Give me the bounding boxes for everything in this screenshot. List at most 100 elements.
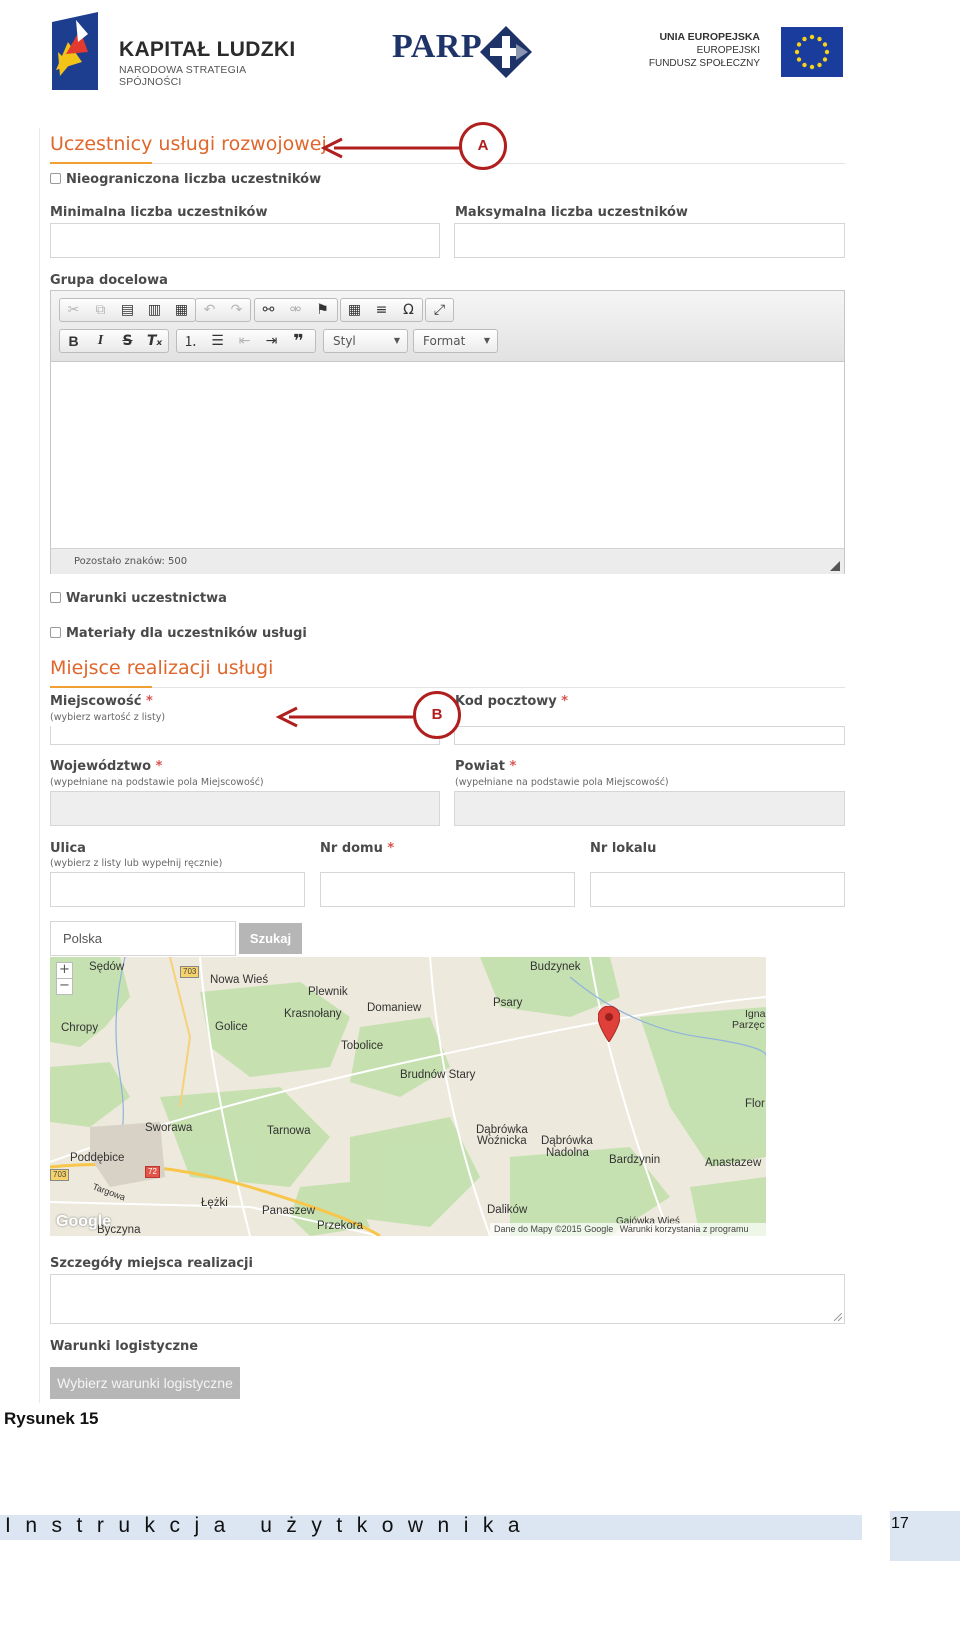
house-number-label: Nr domu * xyxy=(320,841,394,856)
bold-icon[interactable]: B xyxy=(60,330,87,352)
callout-a: A xyxy=(459,122,507,170)
style-combo[interactable]: Styl ▼ xyxy=(323,329,408,353)
house-number-label-text: Nr domu xyxy=(320,841,383,856)
paste-word-icon[interactable]: ▦ xyxy=(168,299,195,321)
map-search-input[interactable]: Polska xyxy=(50,921,236,956)
choose-logistics-button[interactable]: Wybierz warunki logistyczne xyxy=(50,1367,240,1399)
strikethrough-icon[interactable]: S xyxy=(114,330,141,352)
indent-icon[interactable]: ⇥ xyxy=(258,330,285,352)
resize-handle-icon[interactable] xyxy=(830,561,840,571)
map-place: Chropy xyxy=(61,1022,99,1034)
callout-arrow-a-icon xyxy=(320,137,460,159)
format-combo-label: Format xyxy=(423,334,466,348)
redo-icon[interactable]: ↷ xyxy=(223,299,250,321)
street-input[interactable] xyxy=(50,872,305,907)
maximize-icon[interactable]: ⤢ xyxy=(426,299,453,321)
details-textarea[interactable] xyxy=(50,1274,845,1324)
map-place: Przekora xyxy=(317,1220,364,1232)
format-combo[interactable]: Format ▼ xyxy=(413,329,498,353)
map-zoom-out-button[interactable]: − xyxy=(56,978,73,995)
parp-logo: PARP xyxy=(392,22,542,78)
map-place: Sworawa xyxy=(145,1122,193,1134)
map-place: Tarnowa xyxy=(267,1125,311,1137)
list-group: ⒈ ☰ ⇤ ⇥ ❞ xyxy=(176,329,316,353)
editor-content-area[interactable] xyxy=(51,362,844,548)
house-number-input[interactable] xyxy=(320,872,575,907)
undo-group: ↶ ↷ xyxy=(195,298,251,322)
map-search-button-label: Szukaj xyxy=(249,931,292,946)
style-combo-label: Styl xyxy=(333,334,356,348)
parp-title: PARP xyxy=(392,28,483,65)
callout-b: B xyxy=(413,691,461,739)
location-map[interactable]: + − Sędów Nowa Wieś Plewnik Krasnołany D… xyxy=(50,957,766,1236)
county-hint: (wypełniane na podstawie pola Miejscowoś… xyxy=(455,777,669,788)
special-char-omega-icon[interactable]: Ω xyxy=(395,299,422,321)
materials-label: Materiały dla uczestników usługi xyxy=(66,626,307,641)
postcode-label-text: Kod pocztowy xyxy=(455,694,557,709)
undo-icon[interactable]: ↶ xyxy=(196,299,223,321)
textarea-resize-icon[interactable] xyxy=(834,1313,842,1321)
eu-star-icon xyxy=(817,36,822,42)
outdent-icon[interactable]: ⇤ xyxy=(231,330,258,352)
logistics-label: Warunki logistyczne xyxy=(50,1339,199,1354)
kapital-ludzki-title: KAPITAŁ LUDZKI xyxy=(119,38,296,61)
callout-b-label: B xyxy=(431,706,443,723)
blockquote-icon[interactable]: ❞ xyxy=(285,330,312,352)
eu-star-icon xyxy=(809,34,815,40)
postcode-required-mark: * xyxy=(561,694,569,709)
map-zoom-out-label: − xyxy=(59,978,70,993)
cut-icon[interactable]: ✂ xyxy=(60,299,87,321)
map-place: Anastazew xyxy=(705,1157,762,1169)
remaining-chars: Pozostało znaków: 500 xyxy=(74,556,188,567)
road-number: 703 xyxy=(50,1169,70,1181)
eu-star-icon xyxy=(824,49,830,55)
map-place: Brudnów Stary xyxy=(400,1069,476,1081)
map-terms-link[interactable]: Warunki korzystania z programu xyxy=(620,1224,749,1234)
footer-text: Instrukcja użytkownika xyxy=(5,1514,535,1537)
participants-section-underline xyxy=(50,162,152,164)
eu-star-icon xyxy=(822,42,828,47)
county-required-mark: * xyxy=(509,759,517,774)
paste-text-icon[interactable]: ▥ xyxy=(141,299,168,321)
unlink-icon[interactable]: ⚮ xyxy=(282,299,309,321)
table-icon[interactable]: ▦ xyxy=(341,299,368,321)
voivodeship-hint: (wypełniane na podstawie pola Miejscowoś… xyxy=(50,777,264,788)
numbered-list-icon[interactable]: ⒈ xyxy=(177,330,204,352)
link-icon[interactable]: ⚯ xyxy=(255,299,282,321)
apartment-number-input[interactable] xyxy=(590,872,845,907)
map-marker-icon[interactable] xyxy=(598,1006,620,1042)
min-participants-input[interactable] xyxy=(50,223,440,258)
eu-text: UNIA EUROPEJSKA EUROPEJSKI FUNDUSZ SPOŁE… xyxy=(640,31,760,70)
paste-icon[interactable]: ▤ xyxy=(114,299,141,321)
kapital-ludzki-emblem-icon xyxy=(52,12,98,90)
map-search-button[interactable]: Szukaj xyxy=(239,923,302,954)
kapital-ludzki-subtitle: NARODOWA STRATEGIA SPÓJNOŚCI xyxy=(119,64,246,88)
copy-icon[interactable]: ⧉ xyxy=(87,299,114,321)
house-number-required-mark: * xyxy=(387,841,395,856)
city-hint: (wybierz wartość z listy) xyxy=(50,712,166,723)
anchor-flag-icon[interactable]: ⚑ xyxy=(309,299,336,321)
remove-format-icon[interactable]: Tₓ xyxy=(141,330,168,352)
unlimited-participants-checkbox[interactable] xyxy=(50,173,61,184)
postcode-input[interactable] xyxy=(454,726,845,745)
map-place: Budzynek xyxy=(530,961,581,973)
participation-conditions-checkbox[interactable] xyxy=(50,592,61,603)
map-zoom-in-button[interactable]: + xyxy=(56,962,73,979)
horizontal-line-icon[interactable]: ≡ xyxy=(368,299,395,321)
eu-line3: FUNDUSZ SPOŁECZNY xyxy=(648,58,760,69)
map-place: Nadolna xyxy=(546,1147,589,1159)
link-group: ⚯ ⚮ ⚑ xyxy=(254,298,338,322)
max-participants-input[interactable] xyxy=(454,223,845,258)
materials-checkbox[interactable] xyxy=(50,627,61,638)
italic-icon[interactable]: I xyxy=(87,330,114,352)
city-input[interactable] xyxy=(50,726,440,745)
voivodeship-label-text: Województwo xyxy=(50,759,152,774)
postcode-label: Kod pocztowy * xyxy=(455,694,568,709)
voivodeship-required-mark: * xyxy=(155,759,163,774)
clipboard-group: ✂ ⧉ ▤ ▥ ▦ xyxy=(59,298,196,322)
eu-star-icon xyxy=(822,57,828,62)
format-group: B I S Tₓ xyxy=(59,329,169,353)
map-place: Tobolice xyxy=(341,1040,384,1052)
callout-arrow-b-icon xyxy=(275,706,415,728)
bulleted-list-icon[interactable]: ☰ xyxy=(204,330,231,352)
